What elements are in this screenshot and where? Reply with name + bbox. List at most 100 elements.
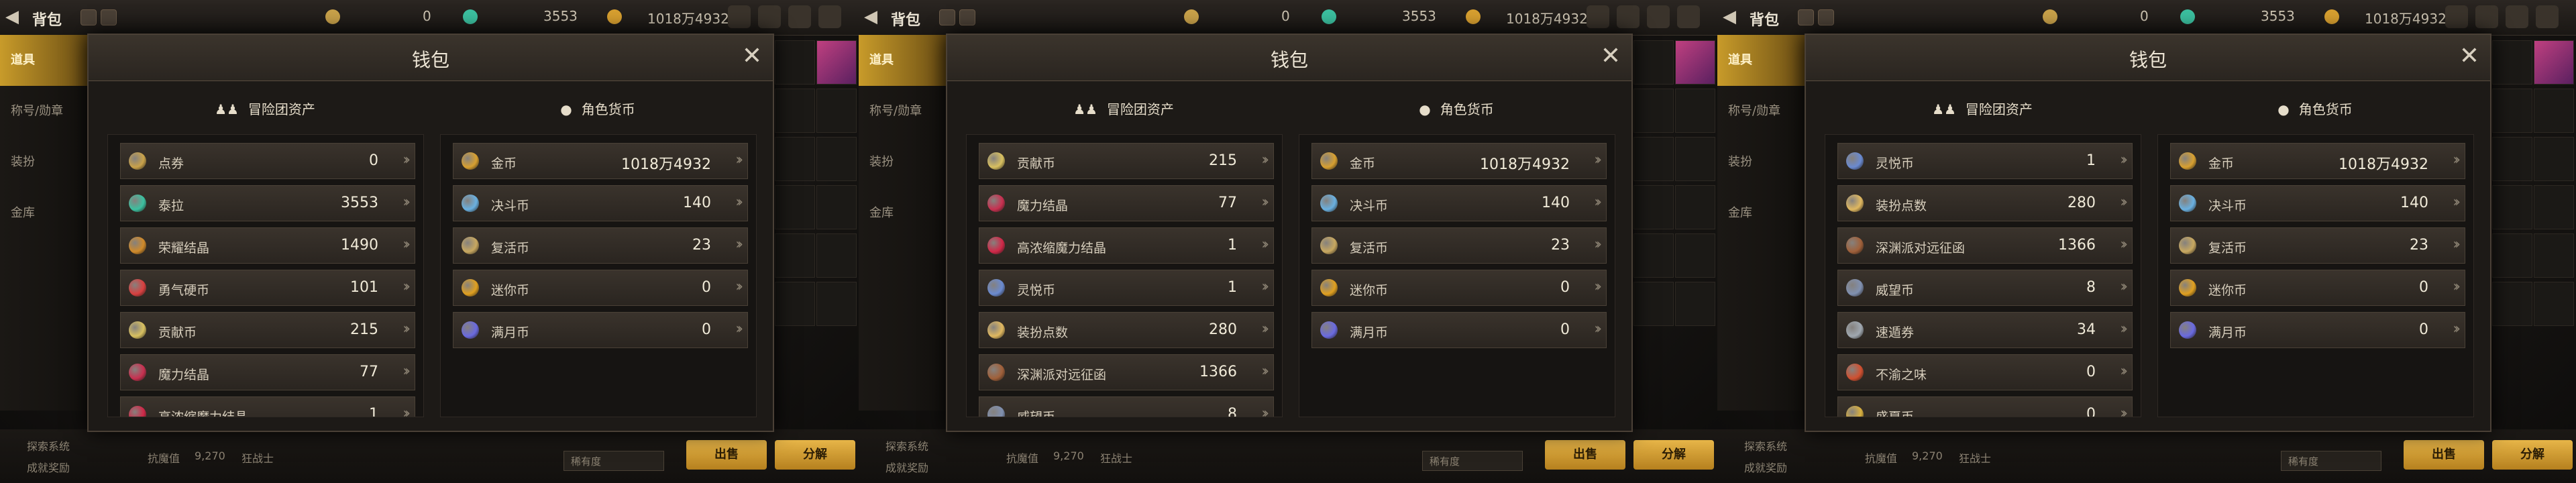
inventory-slot[interactable] (1675, 40, 1715, 85)
currency-row[interactable]: 复活币 23 ›› (453, 227, 748, 264)
chevron-right-icon[interactable]: ›› (2120, 152, 2127, 168)
chevron-right-icon[interactable]: ›› (1594, 194, 1601, 211)
inventory-slot[interactable] (2492, 282, 2532, 326)
chevron-right-icon[interactable]: ›› (1594, 236, 1601, 253)
close-icon[interactable]: ✕ (2459, 43, 2479, 70)
character-currency-list[interactable]: 金币 1018万4932 ›› 决斗币 140 ›› 复活币 23 ›› 迷你币 0 ›› 满月币 0 ›› (440, 134, 757, 417)
chevron-right-icon[interactable]: ›› (1261, 405, 1269, 417)
inventory-slot[interactable] (1633, 137, 1674, 181)
tab-vault[interactable]: 金库 (1717, 188, 1805, 239)
chevron-right-icon[interactable]: ›› (402, 405, 410, 417)
inventory-slot[interactable] (1675, 233, 1715, 278)
inventory-slot[interactable] (1675, 282, 1715, 326)
inventory-slot[interactable] (816, 282, 857, 326)
currency-row[interactable]: 勇气硬币 101 ›› (120, 270, 415, 306)
currency-row[interactable]: 满月币 0 ›› (453, 312, 748, 348)
chevron-right-icon[interactable]: ›› (1594, 321, 1601, 337)
chevron-right-icon[interactable]: ›› (2453, 194, 2460, 211)
menu-icon[interactable] (818, 5, 841, 28)
currency-row[interactable]: 高浓缩魔力结晶 1 ›› (979, 227, 1274, 264)
tab-avatar[interactable]: 装扮 (0, 137, 87, 188)
inventory-slot[interactable] (2534, 89, 2574, 133)
tab-titles[interactable]: 称号/勋章 (859, 86, 946, 137)
currency-row[interactable]: 复活币 23 ›› (2170, 227, 2465, 264)
inventory-slot[interactable] (2492, 185, 2532, 229)
grid-icon[interactable] (101, 9, 117, 25)
inventory-slot[interactable] (2492, 233, 2532, 278)
chevron-right-icon[interactable]: ›› (1594, 152, 1601, 168)
inventory-slot[interactable] (1633, 40, 1674, 85)
currency-row[interactable]: 高浓缩魔力结晶 1 ›› (120, 396, 415, 417)
currency-row[interactable]: 装扮点数 280 ›› (979, 312, 1274, 348)
chevron-right-icon[interactable]: ›› (735, 321, 743, 337)
inventory-slot[interactable] (2534, 185, 2574, 229)
back-arrow-icon[interactable]: ◀ (5, 7, 19, 27)
settings-icon[interactable] (80, 9, 97, 25)
chevron-right-icon[interactable]: ›› (2120, 236, 2127, 253)
currency-row[interactable]: 威望币 8 ›› (979, 396, 1274, 417)
inventory-slot[interactable] (816, 233, 857, 278)
inventory-slot[interactable] (1633, 89, 1674, 133)
chevron-right-icon[interactable]: ›› (402, 321, 410, 337)
inventory-slot[interactable] (816, 89, 857, 133)
account-assets-list[interactable]: 贡献币 215 ›› 魔力结晶 77 ›› 高浓缩魔力结晶 1 ›› 灵悦币 1 ›› 装扮点数 280 ›… (966, 134, 1283, 417)
character-currency-list[interactable]: 金币 1018万4932 ›› 决斗币 140 ›› 复活币 23 ›› 迷你币 0 ›› 满月币 0 ›› (1299, 134, 1615, 417)
chevron-right-icon[interactable]: ›› (2120, 321, 2127, 337)
currency-row[interactable]: 装扮点数 280 ›› (1837, 185, 2133, 221)
currency-row[interactable]: 贡献币 215 ›› (120, 312, 415, 348)
chat-icon[interactable] (2506, 5, 2528, 28)
currency-row[interactable]: 盛夏币 0 ›› (1837, 396, 2133, 417)
chevron-right-icon[interactable]: ›› (2120, 363, 2127, 380)
tab-items[interactable]: 道具 (0, 35, 87, 86)
chevron-right-icon[interactable]: ›› (1261, 363, 1269, 380)
inventory-slot[interactable] (2534, 282, 2574, 326)
currency-row[interactable]: 决斗币 140 ›› (453, 185, 748, 221)
tab-avatar[interactable]: 装扮 (1717, 137, 1805, 188)
chevron-right-icon[interactable]: ›› (402, 236, 410, 253)
currency-row[interactable]: 荣耀结晶 1490 ›› (120, 227, 415, 264)
inventory-slot[interactable] (775, 233, 815, 278)
currency-row[interactable]: 满月币 0 ›› (1311, 312, 1607, 348)
inventory-slot[interactable] (2534, 233, 2574, 278)
inventory-slot[interactable] (2534, 40, 2574, 85)
settings-icon[interactable] (939, 9, 955, 25)
currency-row[interactable]: 深渊派对远征函 1366 ›› (979, 354, 1274, 390)
chevron-right-icon[interactable]: ›› (2120, 405, 2127, 417)
shop-icon[interactable] (1587, 5, 1609, 28)
currency-row[interactable]: 威望币 8 ›› (1837, 270, 2133, 306)
explore-label[interactable]: 探索系统 (885, 437, 928, 453)
inventory-slot[interactable] (775, 89, 815, 133)
mail-icon[interactable] (758, 5, 781, 28)
currency-row[interactable]: 复活币 23 ›› (1311, 227, 1607, 264)
achievement-label[interactable]: 成就奖励 (1744, 459, 1787, 475)
shop-icon[interactable] (2445, 5, 2468, 28)
chevron-right-icon[interactable]: ›› (1261, 152, 1269, 168)
inventory-slot[interactable] (1633, 282, 1674, 326)
inventory-slot[interactable] (1675, 185, 1715, 229)
currency-row[interactable]: 迷你币 0 ›› (2170, 270, 2465, 306)
currency-row[interactable]: 金币 1018万4932 ›› (1311, 143, 1607, 179)
inventory-slot[interactable] (2492, 137, 2532, 181)
mail-icon[interactable] (2475, 5, 2498, 28)
chevron-right-icon[interactable]: ›› (735, 152, 743, 168)
inventory-slot[interactable] (1633, 185, 1674, 229)
character-currency-list[interactable]: 金币 1018万4932 ›› 决斗币 140 ›› 复活币 23 ›› 迷你币 0 ›› 满月币 0 ›› (2157, 134, 2474, 417)
close-icon[interactable]: ✕ (742, 43, 762, 70)
tab-titles[interactable]: 称号/勋章 (0, 86, 87, 137)
settings-icon[interactable] (1798, 9, 1814, 25)
chevron-right-icon[interactable]: ›› (402, 363, 410, 380)
back-arrow-icon[interactable]: ◀ (864, 7, 877, 27)
currency-row[interactable]: 灵悦币 1 ›› (979, 270, 1274, 306)
sell-button[interactable]: 出售 (2404, 440, 2484, 470)
inventory-slot[interactable] (1633, 233, 1674, 278)
inventory-slot[interactable] (775, 40, 815, 85)
chevron-right-icon[interactable]: ›› (402, 152, 410, 168)
back-arrow-icon[interactable]: ◀ (1723, 7, 1736, 27)
chevron-right-icon[interactable]: ›› (2120, 278, 2127, 295)
chevron-right-icon[interactable]: ›› (735, 194, 743, 211)
currency-row[interactable]: 魔力结晶 77 ›› (979, 185, 1274, 221)
close-icon[interactable]: ✕ (1601, 43, 1621, 70)
tab-items[interactable]: 道具 (859, 35, 946, 86)
inventory-slot[interactable] (775, 185, 815, 229)
currency-row[interactable]: 泰拉 3553 ›› (120, 185, 415, 221)
